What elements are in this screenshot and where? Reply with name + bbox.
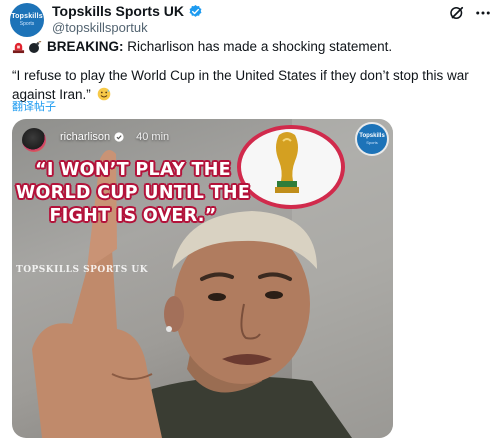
breaking-text: Richarlison has made a shocking statemen… [123,39,393,54]
media-watermark: TOPSKILLS SPORTS UK [16,265,149,275]
tweet-media-image[interactable]: richarlison 40 min Topskills Sports “I W… [12,119,393,438]
account-avatar[interactable]: Topskills Sports [10,3,44,37]
verified-badge-icon [189,4,202,17]
ig-avatar [22,128,46,152]
translate-post-link[interactable]: 翻译帖子 [12,98,56,114]
avatar-text-bottom: Sports [19,21,35,27]
breaking-label: BREAKING: [47,39,124,54]
topskills-media-logo: Topskills Sports [355,122,389,156]
headline-line-2: WORLD CUP UNTIL THE [15,183,251,203]
ig-header: richarlison 40 min [60,131,169,143]
display-name[interactable]: Topskills Sports UK [52,3,184,19]
bomb-emoji [29,41,42,53]
more-options-icon[interactable] [474,4,492,22]
grok-icon[interactable] [448,4,466,22]
quote-text: “I refuse to play the World Cup in the U… [12,68,469,102]
ig-username: richarlison [60,131,111,143]
tweet-breaking-line: BREAKING: Richarlison has made a shockin… [12,38,392,56]
ig-verified-icon [114,132,124,142]
world-cup-trophy-icon [275,132,299,193]
media-logo-bottom: Sports [366,140,378,145]
tweet-quote: “I refuse to play the World Cup in the U… [12,66,492,104]
avatar-text-top: Topskills [11,13,43,20]
ig-time: 40 min [136,131,170,143]
trophy-badge [237,125,345,209]
siren-emoji [12,42,25,53]
account-handle[interactable]: @topskillsportuk [52,20,148,35]
sweat-smile-emoji [97,87,110,101]
headline-line-3: FIGHT IS OVER.” [49,206,217,226]
media-logo-top: Topskills [359,133,385,139]
media-headline: “I WON’T PLAY THE WORLD CUP UNTIL THE FI… [15,159,251,228]
headline-line-1: “I WON’T PLAY THE [35,160,231,180]
display-name-row: Topskills Sports UK [52,3,203,19]
